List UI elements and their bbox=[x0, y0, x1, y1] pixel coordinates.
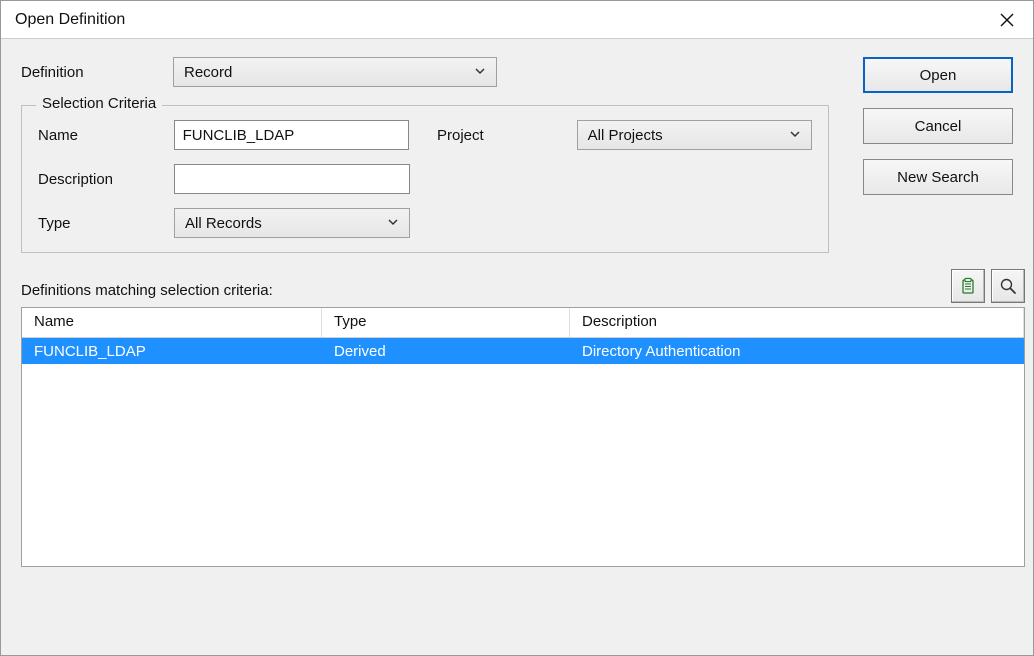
name-label: Name bbox=[38, 127, 174, 144]
table-row[interactable]: FUNCLIB_LDAP Derived Directory Authentic… bbox=[22, 338, 1024, 364]
type-label: Type bbox=[38, 215, 174, 232]
project-label: Project bbox=[437, 127, 577, 144]
titlebar: Open Definition bbox=[1, 1, 1033, 39]
open-definition-dialog: Open Definition Open Cancel New Search D… bbox=[0, 0, 1034, 656]
close-button[interactable] bbox=[991, 6, 1023, 34]
chevron-down-icon bbox=[789, 127, 801, 144]
description-input[interactable] bbox=[174, 164, 410, 194]
chevron-down-icon bbox=[387, 215, 399, 232]
definition-label: Definition bbox=[21, 64, 173, 81]
project-select[interactable]: All Projects bbox=[577, 120, 812, 150]
cancel-button-label: Cancel bbox=[915, 118, 962, 135]
cancel-button[interactable]: Cancel bbox=[863, 108, 1013, 144]
chevron-down-icon bbox=[474, 64, 486, 81]
clipboard-button[interactable] bbox=[951, 269, 985, 303]
dialog-title: Open Definition bbox=[15, 11, 991, 29]
right-button-panel: Open Cancel New Search bbox=[863, 57, 1013, 195]
new-search-button-label: New Search bbox=[897, 169, 979, 186]
definition-select[interactable]: Record bbox=[173, 57, 497, 87]
selection-criteria-group: Selection Criteria Name Project All Proj… bbox=[21, 105, 829, 253]
type-select-value: All Records bbox=[185, 215, 262, 232]
close-icon bbox=[1000, 13, 1014, 27]
open-button-label: Open bbox=[920, 67, 957, 84]
column-header-description[interactable]: Description bbox=[570, 308, 1024, 337]
cell-name: FUNCLIB_LDAP bbox=[22, 340, 322, 363]
cell-type: Derived bbox=[322, 340, 570, 363]
magnifier-button[interactable] bbox=[991, 269, 1025, 303]
results-caption: Definitions matching selection criteria: bbox=[21, 282, 273, 303]
definition-select-value: Record bbox=[184, 64, 232, 81]
description-label: Description bbox=[38, 171, 174, 188]
type-select[interactable]: All Records bbox=[174, 208, 410, 238]
selection-criteria-legend: Selection Criteria bbox=[36, 95, 162, 112]
column-header-name[interactable]: Name bbox=[22, 308, 322, 337]
project-select-value: All Projects bbox=[588, 127, 663, 144]
column-header-type[interactable]: Type bbox=[322, 308, 570, 337]
results-header-row: Name Type Description bbox=[22, 308, 1024, 338]
new-search-button[interactable]: New Search bbox=[863, 159, 1013, 195]
magnifier-icon bbox=[999, 277, 1017, 295]
results-list[interactable]: Name Type Description FUNCLIB_LDAP Deriv… bbox=[21, 307, 1025, 567]
open-button[interactable]: Open bbox=[863, 57, 1013, 93]
cell-description: Directory Authentication bbox=[570, 340, 1024, 363]
results-body: FUNCLIB_LDAP Derived Directory Authentic… bbox=[22, 338, 1024, 364]
name-input[interactable] bbox=[174, 120, 409, 150]
clipboard-icon bbox=[959, 277, 977, 295]
